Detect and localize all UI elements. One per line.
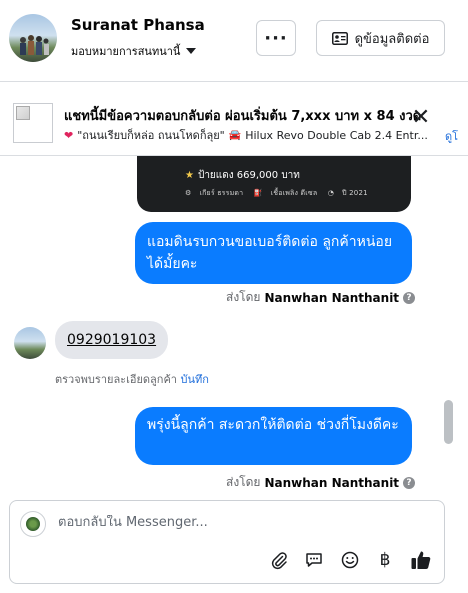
more-options-button[interactable]: ··· <box>256 20 296 56</box>
heart-icon: ❤ <box>64 128 74 142</box>
ad-view-link[interactable]: ดูโ <box>445 127 458 145</box>
conversation-header: Suranat Phansa มอบหมายการสนทนานี้ ··· ดู… <box>0 0 468 82</box>
fuel-icon: ⛽ <box>253 189 263 197</box>
sent-by-name: Nanwhan Nanthanit <box>264 290 400 305</box>
note-text: ตรวจพบรายละเอียดลูกค้า <box>55 373 177 386</box>
message-composer: ฿ <box>9 500 445 584</box>
outgoing-message-bubble[interactable]: พรุ่งนี้ลูกค้า สะดวกให้ติดต่อ ช่วงกี่โมง… <box>135 407 412 465</box>
image-meta-gear: เกียร์ ธรรมดา <box>199 189 244 197</box>
image-price-text: ป้ายแดง 669,000 บาท <box>197 170 300 181</box>
sent-by-prefix: ส่งโดย <box>226 475 261 489</box>
thumbs-up-icon <box>411 551 431 569</box>
ad-subtitle-quote: "ถนนเรียบก็หล่อ ถนนโหดก็ลุย" <box>77 129 225 142</box>
info-icon[interactable]: ? <box>403 291 416 304</box>
saved-replies-button[interactable] <box>301 547 327 573</box>
sent-by-line: ส่งโดย Nanwhan Nanthanit ? <box>226 473 416 492</box>
ad-subtitle: ❤ "ถนนเรียบก็หล่อ ถนนโหดก็ลุย" 🚘 Hilux R… <box>64 126 428 144</box>
assign-conversation-dropdown[interactable]: มอบหมายการสนทนานี้ <box>71 42 197 60</box>
caret-down-icon <box>186 48 197 54</box>
image-meta-year: ปี 2021 <box>342 189 368 197</box>
customer-detail-detected-note: ตรวจพบรายละเอียดลูกค้า บันทึก <box>55 370 209 388</box>
payment-button[interactable]: ฿ <box>372 547 398 573</box>
page-avatar <box>20 511 46 537</box>
ad-context-banner: แชทนี้มีข้อความตอบกลับต่อ ผ่อนเริ่มต้น 7… <box>0 83 468 156</box>
page-logo-icon <box>26 517 40 531</box>
customer-avatar-small[interactable] <box>14 327 46 359</box>
gear-icon: ⚙ <box>185 189 192 197</box>
ad-subtitle-product: Hilux Revo Double Cab 2.4 Entr... <box>245 128 428 142</box>
attach-button[interactable] <box>266 547 292 573</box>
emoji-button[interactable] <box>337 547 363 573</box>
ad-thumbnail[interactable] <box>13 103 53 143</box>
incoming-message-bubble[interactable]: 0929019103 <box>55 321 169 359</box>
calendar-icon: ◔ <box>327 189 335 197</box>
message-thread[interactable]: ★ ป้ายแดง 669,000 บาท ⚙ เกียร์ ธรรมดา ⛽ เชื… <box>0 156 468 496</box>
phone-number-link[interactable]: 0929019103 <box>67 332 156 348</box>
customer-name: Suranat Phansa <box>71 16 205 34</box>
star-icon: ★ <box>185 170 194 181</box>
car-icon: 🚘 <box>228 129 242 141</box>
ad-title: แชทนี้มีข้อความตอบกลับต่อ ผ่อนเริ่มต้น 7… <box>64 109 422 124</box>
paperclip-icon <box>271 552 287 570</box>
sent-by-line: ส่งโดย Nanwhan Nanthanit ? <box>226 288 416 307</box>
outgoing-message-bubble[interactable]: แอมดินรบกวนขอเบอร์ติดต่อ ลูกค้าหน่อยได้ม… <box>135 222 412 284</box>
like-button[interactable] <box>408 547 434 573</box>
view-contact-info-button[interactable]: ดูข้อมูลติดต่อ <box>316 20 445 56</box>
sent-by-name: Nanwhan Nanthanit <box>264 475 400 490</box>
image-meta-fuel: เชื้อเพลิง ดีเซล <box>270 189 318 197</box>
close-ad-banner-button[interactable]: ✕ <box>410 107 432 129</box>
save-detail-link[interactable]: บันทึก <box>180 373 208 386</box>
image-price-line: ★ ป้ายแดง 669,000 บาท <box>185 168 300 183</box>
scrollbar-thumb[interactable] <box>444 400 453 444</box>
reply-input[interactable] <box>58 515 428 530</box>
image-meta-line: ⚙ เกียร์ ธรรมดา ⛽ เชื้อเพลิง ดีเซล ◔ ปี 202… <box>185 188 376 199</box>
customer-avatar[interactable] <box>9 14 57 62</box>
info-icon[interactable]: ? <box>403 476 416 489</box>
sent-by-prefix: ส่งโดย <box>226 290 261 304</box>
chat-bubble-icon <box>306 553 322 567</box>
contact-card-icon <box>331 31 348 45</box>
baht-icon: ฿ <box>379 550 391 570</box>
shared-image-message[interactable]: ★ ป้ายแดง 669,000 บาท ⚙ เกียร์ ธรรมดา ⛽ เชื… <box>137 156 411 212</box>
smiley-icon <box>341 551 359 569</box>
assign-label: มอบหมายการสนทนานี้ <box>71 45 181 58</box>
view-contact-info-label: ดูข้อมูลติดต่อ <box>354 31 430 47</box>
